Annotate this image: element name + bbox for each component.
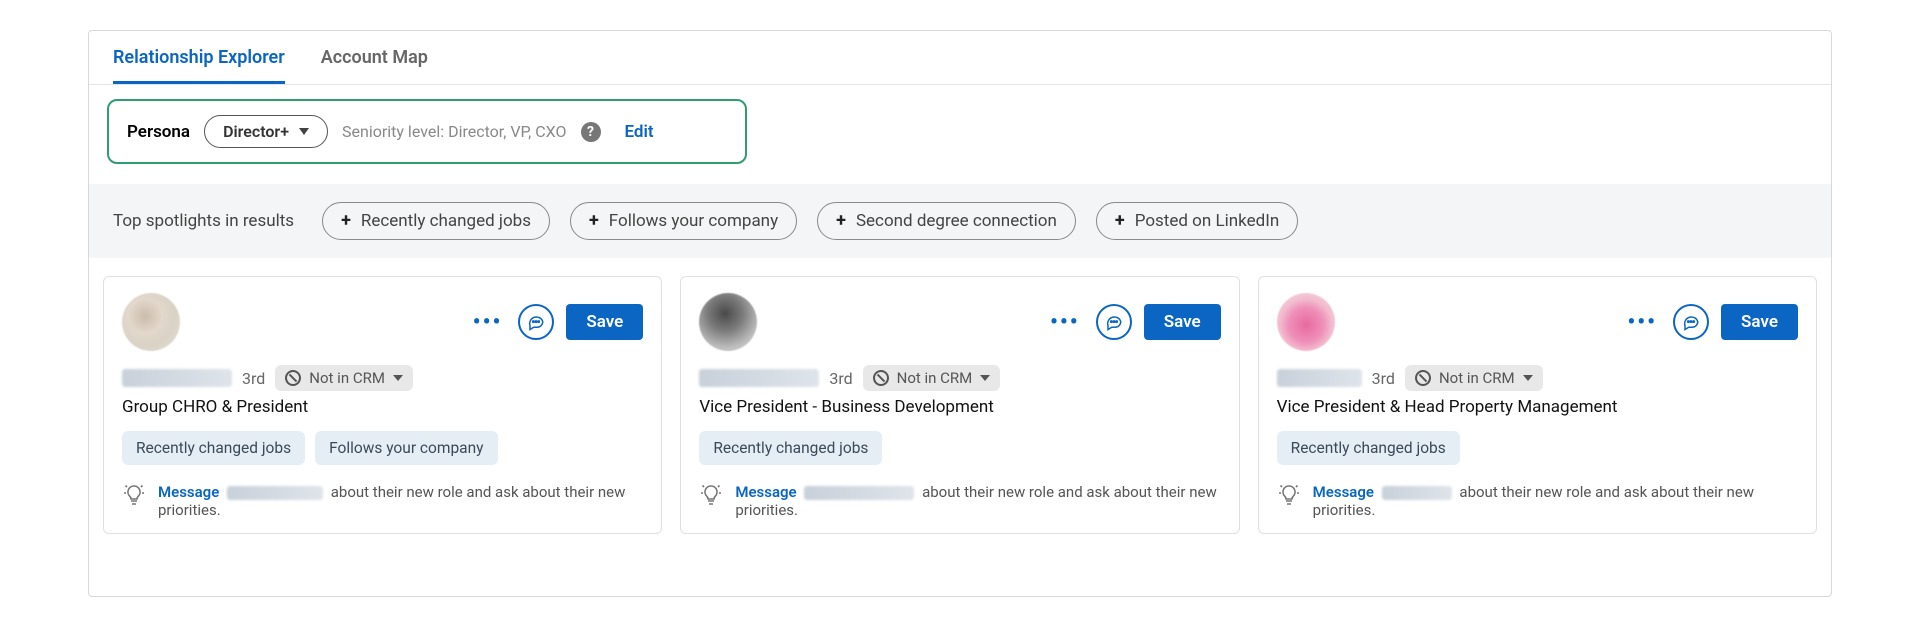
persona-selected-value: Director+: [223, 122, 289, 141]
caret-down-icon: [299, 128, 309, 135]
prohibit-icon: [1415, 370, 1431, 386]
tab-relationship-explorer[interactable]: Relationship Explorer: [113, 31, 285, 84]
tab-account-map[interactable]: Account Map: [321, 31, 428, 84]
lead-card: ••• Save 3rd Not in CRM: [1258, 276, 1817, 534]
persona-bar: Persona Director+ Seniority level: Direc…: [107, 99, 747, 164]
chip-label: Second degree connection: [856, 211, 1057, 231]
save-button[interactable]: Save: [1144, 304, 1221, 340]
crm-status-pill[interactable]: Not in CRM: [863, 365, 1001, 391]
hint-text: Message about their new role and ask abo…: [1313, 483, 1798, 519]
chip-label: Follows your company: [609, 211, 778, 231]
lead-card: ••• Save 3rd Not in CRM: [680, 276, 1239, 534]
results-cards: ••• Save 3rd Not in CRM: [89, 258, 1831, 534]
insight-tag: Recently changed jobs: [699, 431, 882, 465]
speech-bubble-icon: [1105, 313, 1123, 331]
tabs: Relationship Explorer Account Map: [89, 31, 1831, 85]
lead-title: Vice President - Business Development: [699, 397, 1220, 417]
chip-label: Posted on LinkedIn: [1135, 211, 1280, 231]
speech-bubble-icon: [527, 313, 545, 331]
persona-label: Persona: [127, 122, 190, 142]
connection-degree: 3rd: [1372, 369, 1395, 388]
chip-label: Recently changed jobs: [361, 211, 531, 231]
spotlights-label: Top spotlights in results: [113, 211, 294, 231]
spotlight-chip-recently-changed-jobs[interactable]: + Recently changed jobs: [322, 202, 550, 240]
crm-status-label: Not in CRM: [1439, 369, 1515, 387]
message-link[interactable]: Message: [1313, 483, 1374, 501]
lead-name-inline-redacted: [227, 486, 323, 500]
chevron-down-icon: [393, 375, 403, 381]
more-menu-icon[interactable]: •••: [1046, 310, 1084, 335]
insight-tag: Recently changed jobs: [1277, 431, 1460, 465]
save-button[interactable]: Save: [566, 304, 643, 340]
crm-status-pill[interactable]: Not in CRM: [275, 365, 413, 391]
lead-title: Group CHRO & President: [122, 397, 643, 417]
lightbulb-icon: [1277, 483, 1301, 507]
hint-text: Message about their new role and ask abo…: [735, 483, 1220, 519]
edit-persona-link[interactable]: Edit: [625, 122, 654, 142]
seniority-level: Seniority level: Director, VP, CXO: [342, 122, 567, 141]
avatar[interactable]: [699, 293, 757, 351]
lead-title: Vice President & Head Property Managemen…: [1277, 397, 1798, 417]
lead-name-inline-redacted: [804, 486, 914, 500]
message-button[interactable]: [1673, 304, 1709, 340]
seniority-value: Director, VP, CXO: [448, 122, 566, 141]
help-icon[interactable]: ?: [581, 122, 601, 142]
message-button[interactable]: [518, 304, 554, 340]
prohibit-icon: [873, 370, 889, 386]
crm-status-pill[interactable]: Not in CRM: [1405, 365, 1543, 391]
spotlight-chip-posted-on-linkedin[interactable]: + Posted on LinkedIn: [1096, 202, 1298, 240]
seniority-label: Seniority level:: [342, 122, 444, 141]
connection-degree: 3rd: [829, 369, 852, 388]
lead-name-inline-redacted: [1382, 486, 1452, 500]
message-link[interactable]: Message: [158, 483, 219, 501]
avatar[interactable]: [122, 293, 180, 351]
insight-tag: Recently changed jobs: [122, 431, 305, 465]
persona-select[interactable]: Director+: [204, 115, 328, 148]
insight-tag: Follows your company: [315, 431, 497, 465]
hint-suffix: about their new role and ask about their…: [1313, 483, 1754, 519]
save-button[interactable]: Save: [1721, 304, 1798, 340]
lead-name-redacted[interactable]: [1277, 369, 1362, 387]
spotlight-chip-follows-your-company[interactable]: + Follows your company: [570, 202, 797, 240]
lead-name-redacted[interactable]: [699, 369, 819, 387]
lightbulb-icon: [122, 483, 146, 507]
lightbulb-icon: [699, 483, 723, 507]
avatar[interactable]: [1277, 293, 1335, 351]
message-link[interactable]: Message: [735, 483, 796, 501]
chevron-down-icon: [1523, 375, 1533, 381]
crm-status-label: Not in CRM: [897, 369, 973, 387]
connection-degree: 3rd: [242, 369, 265, 388]
message-button[interactable]: [1096, 304, 1132, 340]
more-menu-icon[interactable]: •••: [1623, 310, 1661, 335]
speech-bubble-icon: [1682, 313, 1700, 331]
prohibit-icon: [285, 370, 301, 386]
relationship-explorer-panel: Relationship Explorer Account Map Person…: [88, 30, 1832, 597]
spotlights-bar: Top spotlights in results + Recently cha…: [89, 184, 1831, 258]
spotlight-chip-second-degree-connection[interactable]: + Second degree connection: [817, 202, 1076, 240]
lead-name-redacted[interactable]: [122, 369, 232, 387]
crm-status-label: Not in CRM: [309, 369, 385, 387]
hint-text: Message about their new role and ask abo…: [158, 483, 643, 519]
chevron-down-icon: [980, 375, 990, 381]
lead-card: ••• Save 3rd Not in CRM: [103, 276, 662, 534]
more-menu-icon[interactable]: •••: [469, 310, 507, 335]
